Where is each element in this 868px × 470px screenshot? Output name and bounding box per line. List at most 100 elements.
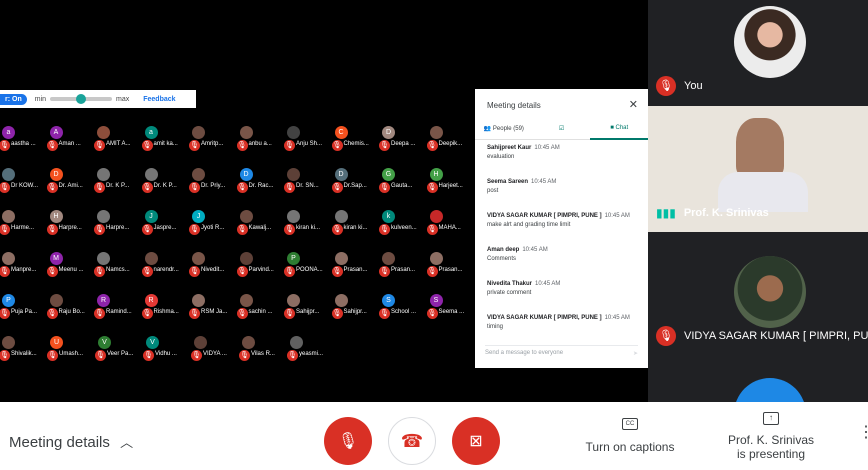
participant-tile[interactable]: a 🎙 aastha ...: [0, 120, 48, 162]
participant-tile[interactable]: U 🎙 Umash...: [47, 330, 96, 372]
participant-tile[interactable]: R 🎙 Rishma...: [141, 288, 191, 330]
participant-tile[interactable]: a 🎙 amit ka...: [141, 120, 191, 162]
participant-tile[interactable]: 🎙 kiran ki...: [331, 204, 381, 246]
avatar: [287, 210, 300, 223]
camera-toggle-button[interactable]: ⊠: [452, 417, 500, 465]
tab-people[interactable]: 👥 People (59): [475, 122, 533, 139]
participant-tile[interactable]: 🎙 Dr. Priy...: [189, 162, 238, 204]
participant-tile[interactable]: 🎙 narendr...: [141, 246, 191, 288]
avatar: [144, 168, 158, 181]
participant-tile[interactable]: J 🎙 Jyoti R...: [189, 204, 238, 246]
participant-tile[interactable]: D 🎙 Deepa ...: [379, 120, 428, 162]
participant-tile[interactable]: D 🎙 Dr. Ami...: [46, 162, 96, 204]
participant-tile[interactable]: D 🎙 Dr. Rac...: [236, 162, 286, 204]
tab-activities[interactable]: ☑: [533, 122, 591, 139]
leave-call-button[interactable]: ☎: [388, 417, 436, 465]
avatar: D: [49, 168, 63, 181]
participant-tile[interactable]: 🎙 Anju Sh...: [284, 120, 333, 162]
meeting-details-button[interactable]: Meeting details ︿: [9, 432, 133, 451]
participant-tile[interactable]: A 🎙 Aman ...: [46, 120, 96, 162]
participant-name: Rishma...: [153, 309, 179, 315]
participant-tile[interactable]: 🎙 Dr. K P...: [141, 162, 191, 204]
participant-tile[interactable]: 🎙 Parvind...: [236, 246, 286, 288]
chat-text: make alrt and grading time limit: [487, 222, 571, 228]
participant-tile[interactable]: S 🎙 Seema ...: [426, 288, 476, 330]
participant-tile[interactable]: H 🎙 Harpre...: [46, 204, 96, 246]
participant-tile[interactable]: H 🎙 Harjeet...: [426, 162, 476, 204]
participant-tile[interactable]: J 🎙 Jaspre...: [141, 204, 191, 246]
participant-tile[interactable]: V 🎙 Veer Pa...: [95, 330, 144, 372]
participant-tile[interactable]: C 🎙 Chemis...: [331, 120, 381, 162]
participant-tile[interactable]: k 🎙 kulveen...: [379, 204, 428, 246]
participant-tile[interactable]: 🎙 VIDYA ...: [191, 330, 240, 372]
participant-tile[interactable]: 🎙 MAHA...: [426, 204, 476, 246]
participant-tile[interactable]: S 🎙 School ...: [379, 288, 428, 330]
participant-tile[interactable]: M 🎙 Meenu ...: [46, 246, 96, 288]
participant-tile[interactable]: 🎙 Sahijpr...: [284, 288, 333, 330]
participant-tile[interactable]: 🎙 Amritp...: [189, 120, 238, 162]
participant-tile[interactable]: 🎙 Sahijpr...: [331, 288, 381, 330]
participant-tile[interactable]: 🎙 Dr. SN...: [284, 162, 333, 204]
speaker-video: [736, 118, 784, 178]
third-label: VIDYA SAGAR KUMAR [ PIMPRI, PUNE ]: [684, 330, 868, 342]
participant-tile[interactable]: 🎙 Prasan...: [379, 246, 428, 288]
mic-off-icon: 🎙: [426, 182, 438, 193]
participant-name: POONA...: [296, 267, 323, 273]
participant-tile[interactable]: 🎙 Prasan...: [426, 246, 476, 288]
mic-off-icon: 🎙: [141, 182, 153, 193]
participant-tile[interactable]: P 🎙 Puja Pa...: [0, 288, 48, 330]
participant-tile[interactable]: 🎙 Dr KOW...: [0, 162, 48, 204]
participant-tile[interactable]: 🎙 Kawalj...: [236, 204, 286, 246]
presenting-button[interactable]: ↑ Prof. K. Srinivas is presenting: [716, 412, 826, 461]
avatar: [734, 256, 806, 328]
participant-tile[interactable]: G 🎙 Gauta...: [379, 162, 428, 204]
mic-off-icon: 🎙: [189, 224, 200, 235]
participant-tile[interactable]: 🎙 Harpre...: [94, 204, 143, 246]
tab-chat[interactable]: ■ Chat: [590, 121, 648, 140]
captions-button[interactable]: CC Turn on captions: [580, 418, 680, 454]
participant-tile[interactable]: 🎙 Nivedit...: [189, 246, 238, 288]
participant-tile[interactable]: 🎙 Namcs...: [94, 246, 143, 288]
captions-status[interactable]: r: On: [0, 93, 27, 105]
participant-tile[interactable]: 🎙 sachin ...: [236, 288, 286, 330]
slider-knob[interactable]: [76, 94, 87, 104]
participant-tile[interactable]: 🎙 RSM Ja...: [189, 288, 238, 330]
participant-tile[interactable]: V 🎙 Vidhu ...: [143, 330, 192, 372]
avatar: [429, 210, 443, 223]
participant-name: kiran ki...: [343, 225, 368, 231]
participant-tile[interactable]: P 🎙 POONA...: [284, 246, 333, 288]
participant-tile[interactable]: 🎙 Vilas R...: [239, 330, 288, 372]
mic-off-icon: 🎙: [379, 224, 390, 235]
mic-toggle-button[interactable]: 🎙: [324, 417, 372, 465]
participant-row: 🎙 Harme... H 🎙 Harpre... 🎙 Harpre... J 🎙 Jaspre..…: [0, 204, 475, 246]
mic-off-icon: 🎙: [0, 350, 10, 361]
participant-name: Sahijpr...: [343, 309, 367, 315]
chat-input[interactable]: Send a message to everyone ➤: [485, 345, 638, 357]
mic-off-icon: 🎙: [331, 140, 343, 151]
close-icon[interactable]: ✕: [629, 100, 638, 111]
participant-row: P 🎙 Puja Pa... 🎙 Raju Bo... R 🎙 Ramind... R 🎙 Rish…: [0, 288, 475, 330]
participant-tile[interactable]: 🎙 Prasan...: [331, 246, 381, 288]
caption-size-slider[interactable]: [50, 94, 113, 104]
mic-off-icon: 🎙: [379, 266, 390, 277]
participant-tile[interactable]: 🎙 Manpre...: [0, 246, 48, 288]
participant-tile[interactable]: 🎙 Dr. K P...: [94, 162, 143, 204]
participant-tile[interactable]: 🎙 Shivalik...: [0, 330, 48, 372]
participant-tile[interactable]: 🎙 Deepik...: [426, 120, 476, 162]
participant-tile[interactable]: D 🎙 Dr.Sap...: [331, 162, 381, 204]
participant-row: a 🎙 aastha ... A 🎙 Aman ... 🎙 AMIT A... a 🎙 amit k…: [0, 120, 475, 162]
feedback-link[interactable]: Feedback: [143, 96, 175, 103]
participant-tile[interactable]: 🎙 Raju Bo...: [46, 288, 96, 330]
participant-tile[interactable]: 🎙 AMIT A...: [94, 120, 143, 162]
participant-name: Sahijpr...: [296, 309, 320, 315]
participant-tile[interactable]: R 🎙 Ramind...: [94, 288, 143, 330]
send-icon[interactable]: ➤: [633, 350, 638, 357]
mic-off-icon: 🎙: [141, 224, 153, 235]
more-options-icon[interactable]: ⋮: [858, 425, 868, 441]
participant-tile[interactable]: 🎙 Harme...: [0, 204, 48, 246]
participant-tile[interactable]: 🎙 kiran ki...: [284, 204, 333, 246]
participant-tile[interactable]: 🎙 anbu a...: [236, 120, 286, 162]
chat-time: 10:45 AM: [604, 315, 630, 321]
participant-tile[interactable]: 🎙 yeasmi...: [287, 330, 336, 372]
participant-name: Harpre...: [58, 225, 82, 231]
